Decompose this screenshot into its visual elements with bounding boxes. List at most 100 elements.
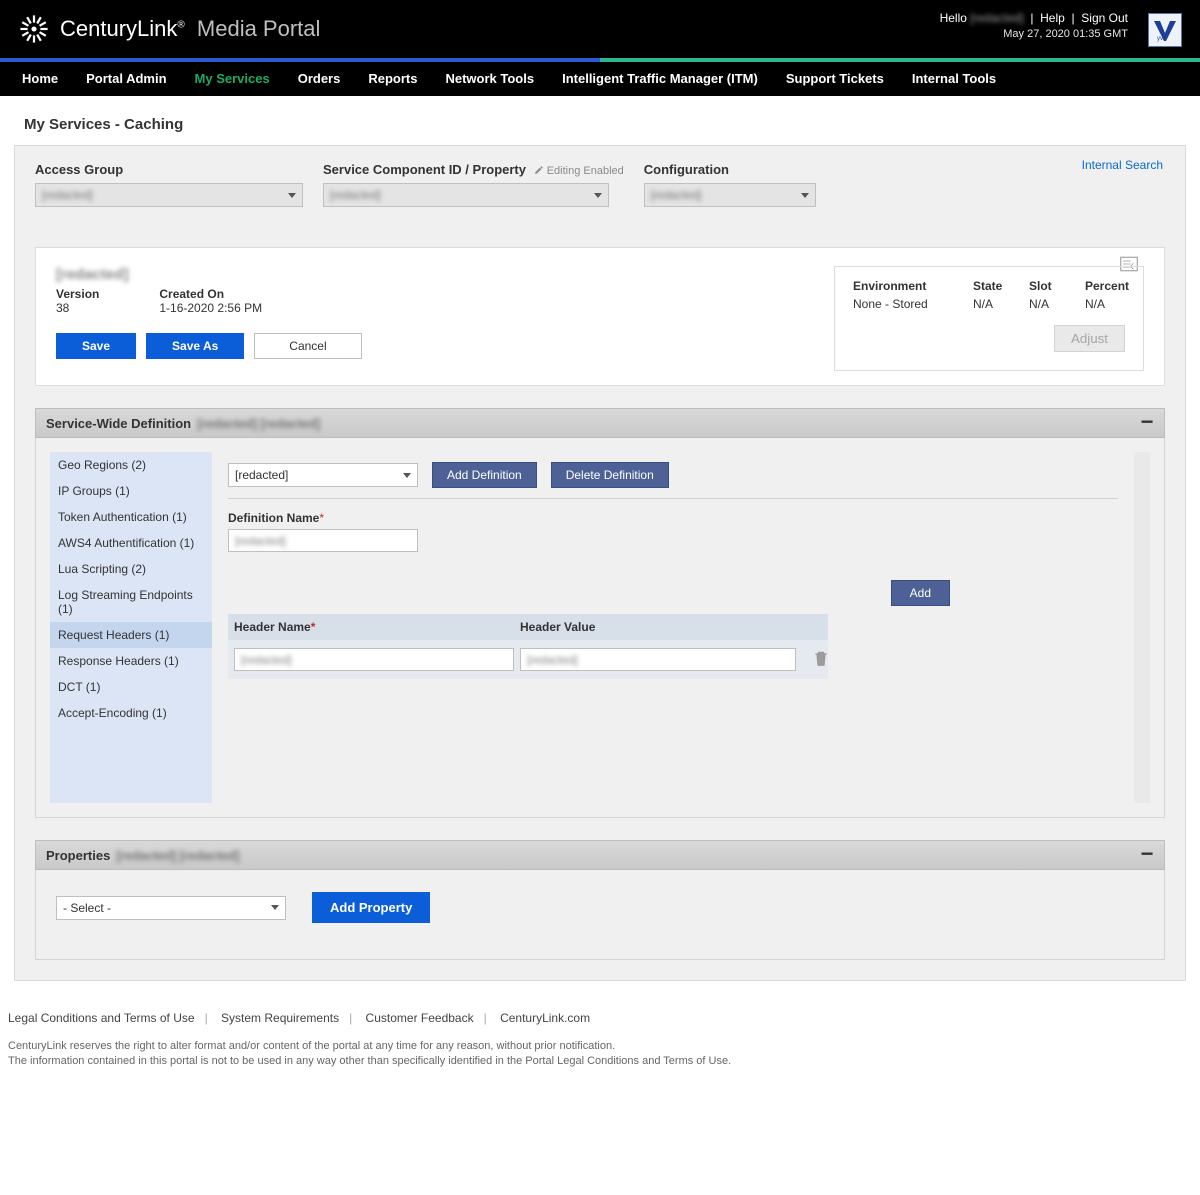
brand-main: CenturyLink (60, 16, 177, 41)
nav-network-tools[interactable]: Network Tools (433, 62, 546, 96)
brand-text: CenturyLink® Media Portal (60, 16, 320, 42)
user-name: [redacted] (970, 11, 1023, 25)
configuration-dropdown[interactable]: [redacted] (644, 183, 816, 207)
env-head-state: State (973, 279, 1019, 293)
nav-support[interactable]: Support Tickets (774, 62, 896, 96)
access-group-value: [redacted] (42, 188, 92, 202)
definition-name-label: Definition Name (228, 511, 319, 525)
section-swd-body: Geo Regions (2) IP Groups (1) Token Auth… (35, 438, 1165, 818)
header-timestamp: May 27, 2020 01:35 GMT (940, 28, 1128, 40)
section-swd-title-extra: [redacted] [redacted] (197, 416, 320, 431)
swd-menu-geo-regions[interactable]: Geo Regions (2) (50, 452, 212, 478)
th-header-name: Header Name* (234, 620, 514, 634)
editing-enabled-text: Editing Enabled (534, 165, 624, 177)
section-props-header[interactable]: Properties [redacted] [redacted] − (35, 840, 1165, 870)
nav-reports[interactable]: Reports (356, 62, 429, 96)
config-value: [redacted] (651, 188, 701, 202)
centurylink-burst-icon (18, 13, 50, 45)
scid-value: [redacted] (330, 188, 380, 202)
caret-down-icon (403, 473, 411, 478)
property-select-value: - Select - (63, 901, 111, 915)
collapse-icon[interactable]: − (1140, 417, 1154, 429)
section-swd-title: Service-Wide Definition (46, 416, 191, 431)
env-slot: N/A (1029, 297, 1075, 311)
brand-block: CenturyLink® Media Portal (18, 13, 320, 45)
header-value-input[interactable]: [redacted] (520, 648, 796, 671)
swd-menu-ip-groups[interactable]: IP Groups (1) (50, 478, 212, 504)
main-nav: Home Portal Admin My Services Orders Rep… (0, 62, 1200, 96)
cancel-button[interactable]: Cancel (254, 333, 361, 359)
nav-my-services[interactable]: My Services (183, 62, 282, 96)
delete-row-button[interactable] (802, 650, 840, 669)
nav-home[interactable]: Home (10, 62, 70, 96)
add-header-button[interactable]: Add (891, 580, 950, 606)
scid-dropdown[interactable]: [redacted] (323, 183, 609, 207)
save-button[interactable]: Save (56, 333, 136, 359)
nav-internal-tools[interactable]: Internal Tools (900, 62, 1008, 96)
page-title: My Services - Caching (24, 116, 1186, 133)
nav-orders[interactable]: Orders (286, 62, 353, 96)
env-environment: None - Stored (853, 297, 963, 311)
swd-menu-log-streaming[interactable]: Log Streaming Endpoints (1) (50, 582, 212, 622)
footer-disclaimer-2: The information contained in this portal… (8, 1054, 1192, 1069)
topbar: CenturyLink® Media Portal Hello [redacte… (0, 0, 1200, 58)
swd-menu-accept-encoding[interactable]: Accept-Encoding (1) (50, 700, 212, 726)
scid-label: Service Component ID / Property Editing … (323, 162, 624, 177)
svg-text:yvx: yvx (1157, 36, 1166, 42)
definition-select-value: [redacted] (235, 468, 288, 482)
add-definition-button[interactable]: Add Definition (432, 462, 537, 488)
adjust-button[interactable]: Adjust (1054, 325, 1125, 352)
hello-text: Hello (940, 11, 967, 25)
config-box: [redacted] Version 38 Created On 1-16-20… (35, 247, 1165, 386)
help-link[interactable]: Help (1040, 11, 1065, 25)
delete-definition-button[interactable]: Delete Definition (551, 462, 669, 488)
footer-disclaimer-1: CenturyLink reserves the right to alter … (8, 1039, 1192, 1054)
swd-sidemenu: Geo Regions (2) IP Groups (1) Token Auth… (50, 452, 212, 803)
definition-select[interactable]: [redacted] (228, 463, 418, 487)
required-mark: * (319, 511, 324, 525)
swd-menu-token-auth[interactable]: Token Authentication (1) (50, 504, 212, 530)
save-as-button[interactable]: Save As (146, 333, 244, 359)
access-group-dropdown[interactable]: [redacted] (35, 183, 303, 207)
caret-down-icon (594, 193, 602, 198)
env-state: N/A (973, 297, 1019, 311)
pencil-icon (534, 165, 544, 175)
swd-menu-response-headers[interactable]: Response Headers (1) (50, 648, 212, 674)
created-label: Created On (159, 287, 262, 301)
header-name-input[interactable]: [redacted] (234, 648, 514, 671)
footer-sysreq[interactable]: System Requirements (221, 1011, 339, 1025)
section-swd-header[interactable]: Service-Wide Definition [redacted] [reda… (35, 408, 1165, 438)
add-property-button[interactable]: Add Property (312, 892, 430, 923)
signout-link[interactable]: Sign Out (1081, 11, 1128, 25)
swd-menu-dct[interactable]: DCT (1) (50, 674, 212, 700)
internal-search-link[interactable]: Internal Search (1082, 158, 1163, 172)
swd-menu-lua-scripting[interactable]: Lua Scripting (2) (50, 556, 212, 582)
vyvx-logo: yvx (1148, 13, 1182, 47)
footer-feedback[interactable]: Customer Feedback (366, 1011, 474, 1025)
section-props-title: Properties (46, 848, 110, 863)
nav-itm[interactable]: Intelligent Traffic Manager (ITM) (550, 62, 770, 96)
environment-box: Environment State Slot Percent None - St… (834, 266, 1144, 371)
caret-down-icon (801, 193, 809, 198)
swd-menu-request-headers[interactable]: Request Headers (1) (50, 622, 212, 648)
swd-menu-aws4-auth[interactable]: AWS4 Authentification (1) (50, 530, 212, 556)
caret-down-icon (271, 905, 279, 910)
footer-cl[interactable]: CenturyLink.com (500, 1011, 590, 1025)
footer: Legal Conditions and Terms of Use| Syste… (0, 991, 1200, 1090)
footer-legal[interactable]: Legal Conditions and Terms of Use (8, 1011, 195, 1025)
trash-icon (814, 650, 828, 666)
nav-portal-admin[interactable]: Portal Admin (74, 62, 178, 96)
definition-name-input[interactable]: [redacted] (228, 529, 418, 552)
collapse-icon[interactable]: − (1140, 849, 1154, 861)
env-percent: N/A (1085, 297, 1145, 311)
property-select[interactable]: - Select - (56, 896, 286, 920)
version-label: Version (56, 287, 99, 301)
created-value: 1-16-2020 2:56 PM (159, 301, 262, 315)
section-props-body: - Select - Add Property (35, 870, 1165, 960)
access-group-label: Access Group (35, 162, 303, 177)
section-props-title-extra: [redacted] [redacted] (116, 848, 239, 863)
th-header-value: Header Value (520, 620, 796, 634)
top-right-user: Hello [redacted] | Help | Sign Out May 2… (940, 11, 1128, 40)
divider (228, 498, 1118, 499)
env-head-percent: Percent (1085, 279, 1145, 293)
